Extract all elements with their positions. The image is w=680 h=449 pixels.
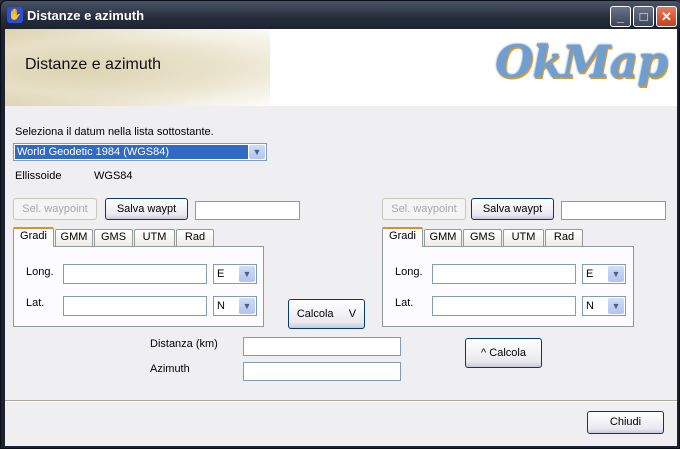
right-lat-direction-select[interactable]: N ▼ (582, 296, 626, 316)
calculate-down-button[interactable]: Calcola V (288, 299, 365, 329)
right-coordinates-panel: Long. E ▼ Lat. N ▼ (382, 246, 634, 327)
okmap-logo: OkMap (495, 37, 668, 88)
left-lat-direction-value: N (217, 300, 225, 312)
right-long-input[interactable] (432, 264, 576, 284)
right-long-direction-value: E (586, 268, 594, 280)
divider (5, 400, 677, 402)
left-lat-input[interactable] (63, 296, 207, 316)
chevron-down-icon[interactable]: ▼ (608, 266, 624, 282)
close-dialog-button[interactable]: Chiudi (587, 411, 664, 434)
left-waypoint-name-input[interactable] (195, 201, 300, 220)
azimuth-label: Azimuth (150, 363, 190, 375)
datum-select[interactable]: World Geodetic 1984 (WGS84) ▼ (13, 143, 267, 161)
left-long-input[interactable] (63, 264, 207, 284)
left-tab-gradi[interactable]: Gradi (13, 227, 54, 247)
calculate-up-button[interactable]: ^ Calcola (465, 338, 542, 368)
left-sel-waypoint-button[interactable]: Sel. waypoint (13, 198, 97, 220)
distance-label: Distanza (km) (150, 338, 218, 350)
ellipsoid-value: WGS84 (94, 170, 133, 182)
window: ✋ Distanze e azimuth _ □ ✕ Distanze e az… (0, 0, 680, 449)
right-save-waypoint-button[interactable]: Salva waypt (471, 198, 554, 220)
azimuth-output[interactable] (243, 362, 401, 381)
right-lat-input[interactable] (432, 296, 576, 316)
right-lat-label: Lat. (395, 297, 414, 309)
window-title: Distanze e azimuth (27, 8, 145, 23)
left-lat-direction-select[interactable]: N ▼ (213, 296, 257, 316)
maximize-button[interactable]: □ (633, 6, 654, 27)
right-sel-waypoint-button[interactable]: Sel. waypoint (382, 198, 466, 220)
left-long-direction-value: E (217, 268, 225, 280)
right-tab-rad[interactable]: Rad (545, 229, 583, 246)
title-bar[interactable]: ✋ Distanze e azimuth _ □ ✕ (1, 1, 680, 29)
left-save-waypoint-button[interactable]: Salva waypt (105, 198, 188, 220)
right-waypoint-name-input[interactable] (561, 201, 666, 220)
close-button[interactable]: ✕ (656, 6, 677, 27)
right-tab-gmm[interactable]: GMM (424, 229, 462, 246)
ellipsoid-label: Ellissoide (15, 170, 62, 182)
chevron-down-icon[interactable]: ▼ (608, 298, 624, 314)
right-long-direction-select[interactable]: E ▼ (582, 264, 626, 284)
right-tab-gms[interactable]: GMS (463, 229, 502, 246)
left-long-label: Long. (26, 266, 54, 278)
left-lat-label: Lat. (26, 297, 45, 309)
minimize-button[interactable]: _ (610, 6, 631, 27)
left-tab-gmm[interactable]: GMM (55, 229, 93, 246)
right-tab-utm[interactable]: UTM (503, 229, 544, 246)
datum-label: Seleziona il datum nella lista sottostan… (15, 126, 214, 138)
left-coordinates-panel: Long. E ▼ Lat. N ▼ (13, 246, 264, 327)
banner-title: Distanze e azimuth (25, 56, 162, 73)
chevron-down-icon[interactable]: ▼ (249, 145, 265, 159)
left-long-direction-select[interactable]: E ▼ (213, 264, 257, 284)
datum-selected-value: World Geodetic 1984 (WGS84) (15, 145, 248, 159)
right-long-label: Long. (395, 266, 423, 278)
left-tab-rad[interactable]: Rad (176, 229, 214, 246)
chevron-down-icon[interactable]: ▼ (239, 266, 255, 282)
header-banner: Distanze e azimuth OkMap (5, 29, 677, 106)
app-icon: ✋ (7, 7, 23, 23)
dialog-body: Distanze e azimuth OkMap Seleziona il da… (5, 29, 677, 446)
chevron-down-icon[interactable]: ▼ (239, 298, 255, 314)
left-tab-gms[interactable]: GMS (94, 229, 133, 246)
distance-output[interactable] (243, 337, 401, 356)
right-lat-direction-value: N (586, 300, 594, 312)
right-tab-gradi[interactable]: Gradi (382, 227, 423, 247)
left-tab-utm[interactable]: UTM (134, 229, 175, 246)
